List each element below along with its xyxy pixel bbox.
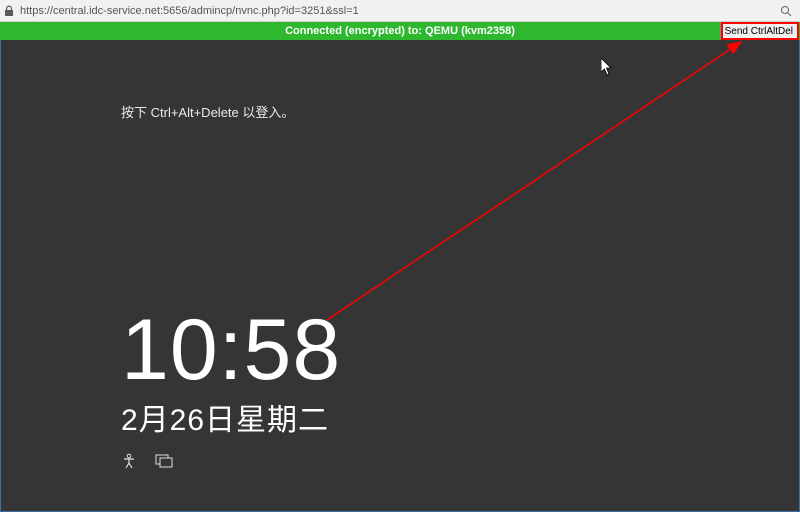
mouse-cursor-icon	[601, 58, 613, 81]
vnc-remote-screen[interactable]: 按下 Ctrl+Alt+Delete 以登入。 10:58 2月26日星期二	[0, 40, 800, 512]
lockscreen-status-icons	[121, 453, 341, 469]
browser-address-bar: https://central.idc-service.net:5656/adm…	[0, 0, 800, 22]
clock-date: 2月26日星期二	[121, 395, 341, 439]
send-ctrlaltdel-button[interactable]: Send CtrlAltDel	[720, 23, 798, 39]
network-icon	[155, 454, 173, 468]
magnifier-icon[interactable]	[780, 5, 796, 17]
clock-time: 10:58	[121, 307, 341, 393]
ease-of-access-icon	[121, 453, 137, 469]
url-text[interactable]: https://central.idc-service.net:5656/adm…	[20, 5, 774, 17]
vnc-status-text: Connected (encrypted) to: QEMU (kvm2358)	[285, 25, 515, 37]
login-prompt-text: 按下 Ctrl+Alt+Delete 以登入。	[121, 102, 294, 121]
lock-icon	[4, 5, 14, 17]
vnc-status-bar: Connected (encrypted) to: QEMU (kvm2358)…	[0, 22, 800, 40]
lockscreen-clock: 10:58 2月26日星期二	[121, 307, 341, 469]
